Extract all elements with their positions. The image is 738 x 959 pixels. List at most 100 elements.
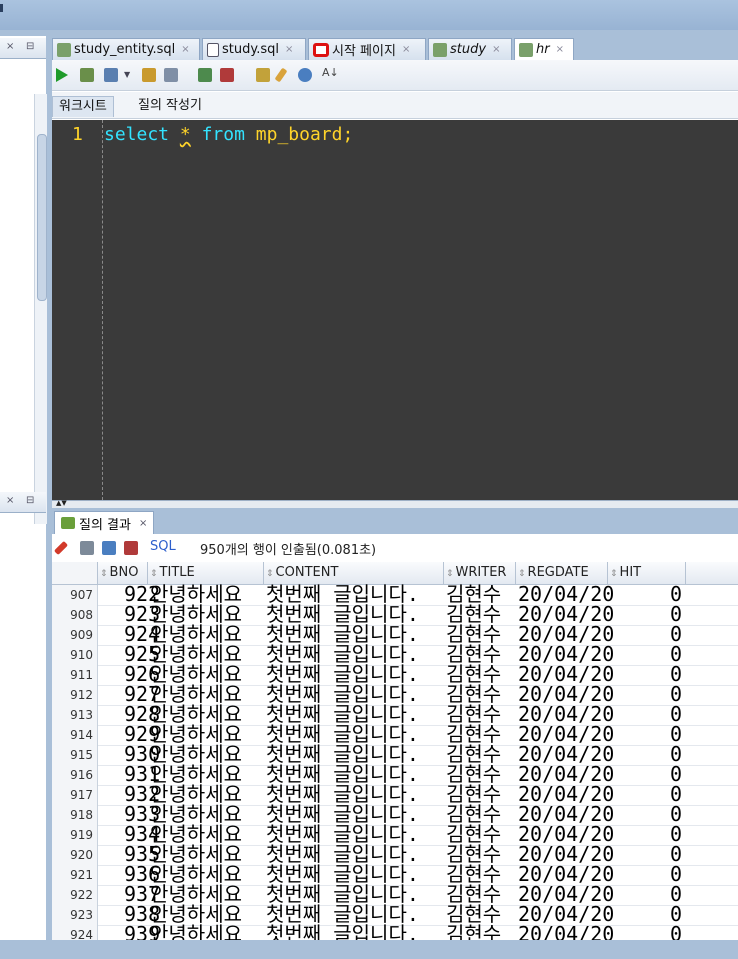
close-icon[interactable]: × xyxy=(402,44,410,55)
keyword-from: from xyxy=(201,124,245,145)
fetch-status: 950개의 행이 인출됨(0.081초) xyxy=(200,543,377,558)
tab-label: study xyxy=(450,42,487,57)
window-top-bar xyxy=(0,0,738,30)
row-number: 917 xyxy=(52,785,98,805)
row-number: 919 xyxy=(52,825,98,845)
sql-editor[interactable]: 1 select * from mp_board; xyxy=(52,120,738,500)
sort-icon[interactable]: ⇕ xyxy=(610,569,618,579)
sql-connection-icon xyxy=(519,42,533,57)
sql-file-icon xyxy=(57,42,71,57)
tab-study[interactable]: study × xyxy=(428,38,512,60)
collapse-arrows-icon[interactable]: ▲▼ xyxy=(56,499,67,507)
row-number: 924 xyxy=(52,925,98,940)
row-number: 911 xyxy=(52,665,98,685)
refresh-icon[interactable] xyxy=(102,541,116,555)
tab-label: study.sql xyxy=(222,42,279,57)
wildcard: * xyxy=(179,124,191,145)
cell-writer[interactable]: 김현수 xyxy=(446,921,501,940)
window-edge-mark xyxy=(0,4,3,12)
row-number-header xyxy=(52,562,98,584)
tab-label: 시작 페이지 xyxy=(332,44,396,59)
line-number: 1 xyxy=(72,124,83,145)
cell-hit[interactable]: 0 xyxy=(670,921,682,940)
row-number: 909 xyxy=(52,625,98,645)
results-toolbar: SQL 950개의 행이 인출됨(0.081초) xyxy=(52,534,738,563)
keyword-select: select xyxy=(104,124,170,145)
results-tab-bar: 질의 결과 × xyxy=(52,508,738,534)
close-icon[interactable]: × xyxy=(139,518,147,529)
close-icon[interactable]: × xyxy=(6,41,14,52)
format-icon[interactable]: A↓ xyxy=(322,66,339,80)
sort-icon[interactable]: ⇕ xyxy=(446,569,454,579)
code-line[interactable]: select * from mp_board; xyxy=(104,124,353,145)
row-number: 922 xyxy=(52,885,98,905)
row-number: 907 xyxy=(52,585,98,605)
rollback-icon[interactable] xyxy=(198,68,212,82)
document-icon xyxy=(207,42,219,57)
row-number: 923 xyxy=(52,905,98,925)
sort-icon[interactable]: ⇕ xyxy=(100,569,108,579)
tab-start-page[interactable]: 시작 페이지 × xyxy=(308,38,426,60)
cell-regdate[interactable]: 20/04/20 xyxy=(518,921,614,940)
tab-query-result[interactable]: 질의 결과 × xyxy=(54,511,155,534)
minimize-icon[interactable]: ⊟ xyxy=(26,495,34,506)
sort-icon[interactable]: ⇕ xyxy=(518,569,526,579)
table-row[interactable]: 924 939 안녕하세요 첫번째 글입니다. 김현수 20/04/20 0 xyxy=(52,922,738,940)
sql-connection-icon xyxy=(433,42,447,57)
row-number: 921 xyxy=(52,865,98,885)
query-result-icon xyxy=(61,517,75,529)
tab-label: hr xyxy=(536,42,550,57)
left-lower-pane-header: × ⊟ xyxy=(0,492,46,513)
run-script-icon[interactable] xyxy=(80,68,94,82)
sql-tuning-icon[interactable] xyxy=(256,68,270,82)
tab-worksheet[interactable]: 워크시트 xyxy=(52,96,114,117)
eraser-icon[interactable] xyxy=(274,67,288,83)
row-number: 914 xyxy=(52,725,98,745)
sort-icon[interactable]: ⇕ xyxy=(150,569,158,579)
tab-query-builder[interactable]: 질의 작성기 xyxy=(132,96,208,116)
left-navigator-pane: × ⊟ × ⊟ xyxy=(0,36,47,940)
row-number: 908 xyxy=(52,605,98,625)
tab-study-sql[interactable]: study.sql × xyxy=(202,38,306,60)
tab-study-entity-sql[interactable]: study_entity.sql × xyxy=(52,38,200,60)
commit-icon[interactable] xyxy=(142,68,156,82)
results-grid[interactable]: ⇕ BNO ⇕ TITLE ⇕ CONTENT ⇕ WRITER ⇕ REGDATE ⇕ H… xyxy=(52,562,738,940)
row-number: 913 xyxy=(52,705,98,725)
tab-label: 질의 결과 xyxy=(79,517,131,533)
worksheet-subtabs: 워크시트 질의 작성기 xyxy=(52,92,738,119)
cell-content[interactable]: 첫번째 글입니다. xyxy=(266,921,419,940)
pin-icon[interactable] xyxy=(53,540,69,556)
status-bar xyxy=(0,940,738,959)
autotrace-icon[interactable] xyxy=(104,68,118,82)
close-icon[interactable]: × xyxy=(6,495,14,506)
run-statement-icon[interactable] xyxy=(56,68,68,82)
sort-icon[interactable]: ⇕ xyxy=(266,569,274,579)
print-icon[interactable] xyxy=(80,541,94,555)
left-pane-header: × ⊟ xyxy=(0,38,46,59)
row-number: 912 xyxy=(52,685,98,705)
close-icon[interactable]: × xyxy=(556,44,564,55)
tab-label: study_entity.sql xyxy=(74,42,176,57)
table-identifier: mp_board; xyxy=(255,124,354,145)
minimize-icon[interactable]: ⊟ xyxy=(26,41,34,52)
cancel-icon[interactable] xyxy=(220,68,234,82)
main-editor-area: study_entity.sql × study.sql × 시작 페이지 × … xyxy=(52,36,738,940)
cell-title[interactable]: 안녕하세요 xyxy=(150,921,242,940)
close-icon[interactable]: × xyxy=(181,44,189,55)
row-number: 920 xyxy=(52,845,98,865)
explain-plan-icon[interactable] xyxy=(164,68,178,82)
row-number: 915 xyxy=(52,745,98,765)
close-icon[interactable]: × xyxy=(492,44,500,55)
line-number-gutter: 1 xyxy=(52,120,103,500)
history-icon[interactable] xyxy=(298,68,312,82)
sql-link[interactable]: SQL xyxy=(150,539,176,554)
scrollbar-thumb[interactable] xyxy=(37,134,47,301)
cancel-fetch-icon[interactable] xyxy=(124,541,138,555)
chevron-down-icon[interactable]: ▼ xyxy=(124,70,132,84)
tab-hr[interactable]: hr × xyxy=(514,38,574,60)
row-number: 916 xyxy=(52,765,98,785)
oracle-icon xyxy=(313,42,329,57)
close-icon[interactable]: × xyxy=(285,44,293,55)
row-number: 910 xyxy=(52,645,98,665)
left-pane-scrollbar[interactable] xyxy=(34,94,47,524)
